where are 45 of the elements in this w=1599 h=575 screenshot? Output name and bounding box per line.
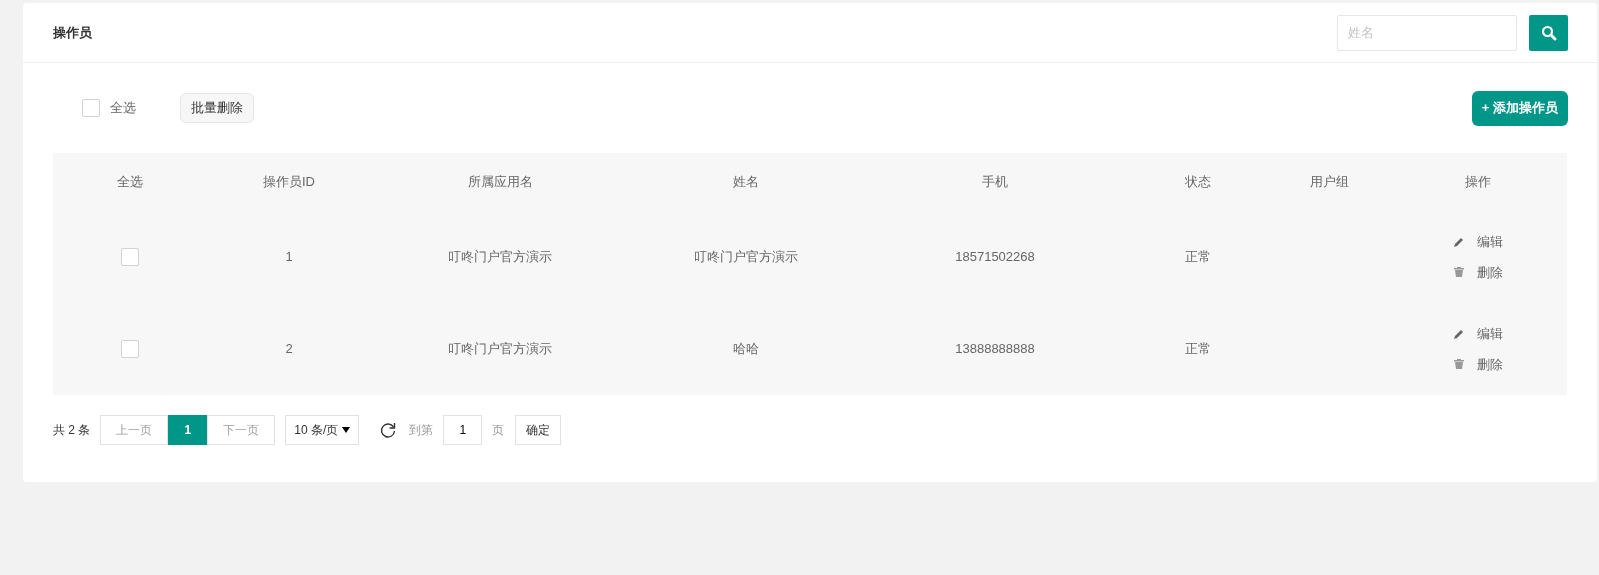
edit-link[interactable]: 编辑	[1477, 232, 1503, 252]
caret-icon	[342, 427, 351, 433]
page-unit-label: 页	[492, 422, 505, 439]
table-cell-text: 叮咚门户官方演示	[448, 340, 552, 359]
column-header: 状态	[1185, 173, 1211, 192]
column-header: 全选	[117, 173, 143, 192]
delete-link[interactable]: 删除	[1477, 262, 1503, 282]
table-cell-text: 1	[285, 248, 293, 267]
delete-link[interactable]: 删除	[1477, 354, 1503, 374]
table-cell-text: 叮咚门户官方演示	[448, 248, 552, 267]
checkbox[interactable]	[121, 248, 139, 266]
page-title: 操作员	[53, 23, 92, 42]
refresh-icon[interactable]	[379, 421, 398, 439]
checkbox[interactable]	[82, 99, 100, 117]
total-count: 共 2 条	[53, 422, 91, 439]
search-field[interactable]: 姓名	[1337, 14, 1517, 51]
edit-link[interactable]: 编辑	[1477, 324, 1503, 344]
column-header: 手机	[982, 173, 1008, 192]
table-cell-text: 2	[285, 340, 293, 359]
add-operator-button[interactable]: + 添加操作员	[1471, 90, 1568, 126]
table-cell-text: 正常	[1185, 340, 1211, 359]
page-size-select[interactable]: 10 条/页	[285, 415, 360, 445]
column-header: 姓名	[733, 173, 759, 192]
pencil-icon	[1453, 235, 1465, 248]
column-header: 操作员ID	[263, 173, 315, 192]
checkbox[interactable]	[121, 340, 139, 358]
table-cell-text: 13888888888	[955, 340, 1035, 359]
batch-delete-button[interactable]: 批量删除	[180, 93, 254, 123]
table-cell-text: 正常	[1185, 248, 1211, 267]
trash-icon	[1453, 266, 1465, 279]
column-header: 所属应用名	[467, 173, 533, 192]
select-all-label: 全选	[110, 99, 136, 118]
trash-icon	[1453, 358, 1465, 371]
page-button[interactable]: 1	[168, 415, 208, 445]
search-button[interactable]	[1529, 14, 1568, 51]
confirm-button[interactable]: 确定	[515, 415, 562, 445]
page-input[interactable]: 1	[443, 415, 483, 445]
table-cell-text: 哈哈	[733, 340, 759, 359]
search-icon	[1540, 24, 1557, 41]
table-cell-text: 叮咚门户官方演示	[694, 248, 798, 267]
column-header: 用户组	[1309, 173, 1349, 192]
table-cell-text: 18571502268	[955, 248, 1035, 267]
column-header: 操作	[1465, 173, 1491, 192]
goto-label: 到第	[409, 422, 434, 439]
pencil-icon	[1453, 327, 1465, 340]
